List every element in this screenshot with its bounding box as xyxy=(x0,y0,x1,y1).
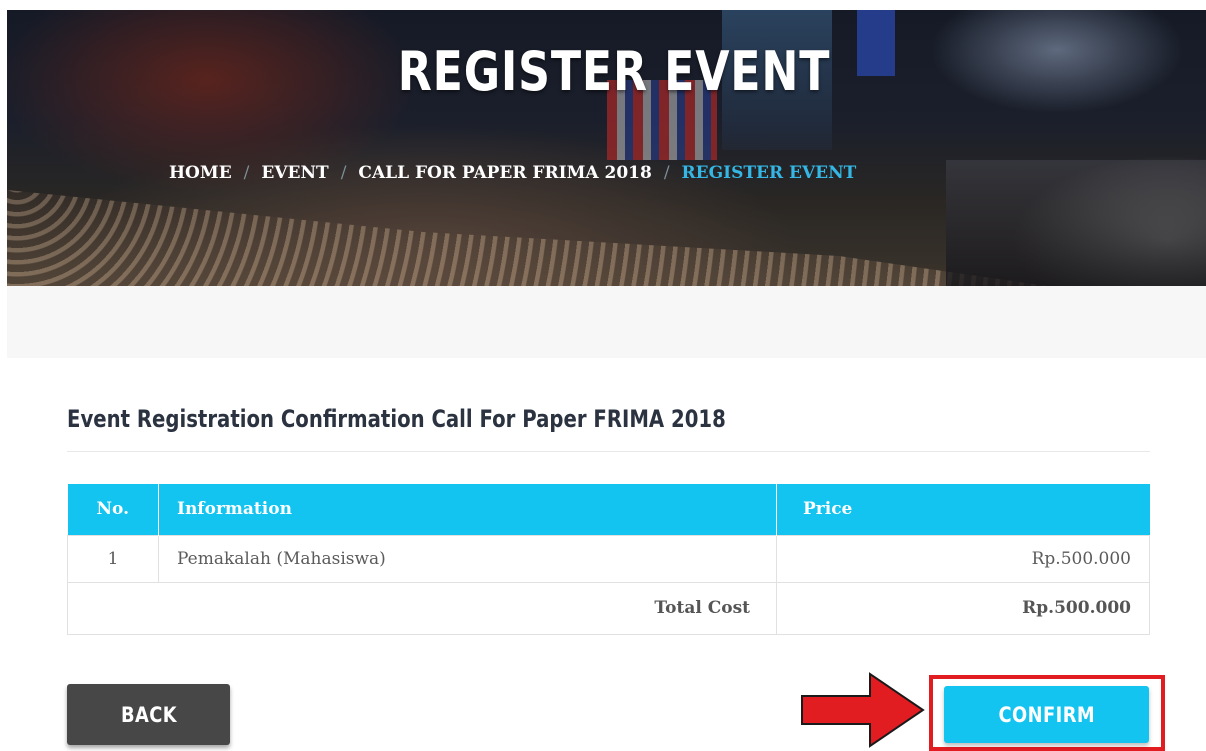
cell-price: Rp.500.000 xyxy=(776,534,1150,583)
cell-no: 1 xyxy=(67,534,159,583)
back-button[interactable]: BACK xyxy=(67,684,230,745)
hero-banner: REGISTER EVENT HOME / EVENT / CALL FOR PAPER… xyxy=(7,10,1206,286)
breadcrumb-current: REGISTER EVENT xyxy=(681,163,857,183)
subheader-strip xyxy=(7,286,1206,358)
header-price: Price xyxy=(776,484,1150,535)
table-row: 1 Pemakalah (Mahasiswa) Rp.500.000 xyxy=(67,534,1150,583)
page-title: REGISTER EVENT xyxy=(397,40,831,103)
confirm-button[interactable]: CONFIRM xyxy=(944,686,1149,743)
confirm-button-label: CONFIRM xyxy=(998,702,1095,727)
back-button-label: BACK xyxy=(120,702,177,727)
header-no: No. xyxy=(67,484,159,535)
breadcrumb-event[interactable]: EVENT xyxy=(261,163,328,183)
table-header-row: No. Information Price xyxy=(67,484,1150,535)
breadcrumb-separator: / xyxy=(340,163,347,183)
cell-information: Pemakalah (Mahasiswa) xyxy=(158,534,777,583)
right-arrow-shape xyxy=(801,672,925,748)
breadcrumb-separator: / xyxy=(243,163,250,183)
header-information: Information xyxy=(158,484,777,535)
breadcrumb-home[interactable]: HOME xyxy=(169,163,232,183)
total-cost-label: Total Cost xyxy=(67,581,777,635)
registration-table: No. Information Price 1 Pemakalah (Mahas… xyxy=(67,484,1150,635)
breadcrumb: HOME / EVENT / CALL FOR PAPER FRIMA 2018 / REG… xyxy=(169,163,856,183)
total-row: Total Cost Rp.500.000 xyxy=(67,581,1150,635)
hero-background-crowd xyxy=(7,190,1047,286)
heading-divider xyxy=(67,451,1150,452)
hero-background-stage xyxy=(946,160,1206,286)
total-cost-value: Rp.500.000 xyxy=(776,581,1150,635)
breadcrumb-call-for-paper[interactable]: CALL FOR PAPER FRIMA 2018 xyxy=(358,163,651,183)
right-arrow-icon xyxy=(801,672,925,748)
breadcrumb-separator: / xyxy=(663,163,670,183)
section-heading: Event Registration Confirmation Call For… xyxy=(67,405,726,433)
